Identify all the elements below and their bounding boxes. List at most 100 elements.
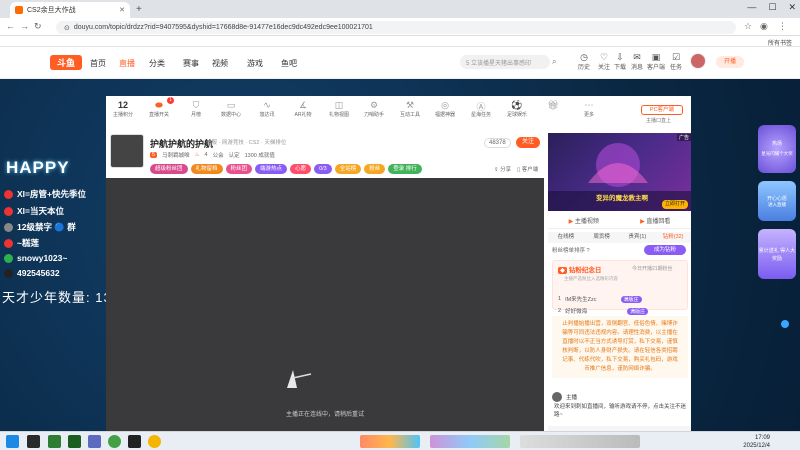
room-tag[interactable]: 0/3 [314,164,332,174]
widget-wish[interactable]: 开心心愿 进入直播 [758,181,796,221]
system-clock[interactable]: 17:09 2025/12/4 [743,434,770,450]
more-button[interactable]: ⋯ 更多 [578,100,600,118]
gift-view-button[interactable]: ◫ 礼物视图 [328,100,350,118]
room-category[interactable]: 马刺羁城唯 [162,151,190,159]
widget-hot[interactable]: 热场 星光闪耀个大奖 [758,125,796,173]
overlay-talent-count: 天才少年数量: 13 [2,290,112,305]
nav-fishbar[interactable]: 鱼吧 [281,58,297,69]
start-icon[interactable] [6,435,19,448]
app-icon[interactable] [108,435,121,448]
assistant-button[interactable]: ⚙ 刀哨助手 [363,100,385,118]
fans-rank-label: 粉丝榜单排序 ? [552,248,590,254]
anchor-avatar[interactable] [552,392,562,402]
nav-category[interactable]: 分类 [149,58,165,69]
tab-online-rank[interactable]: 在线榜 [548,232,584,243]
room-tag[interactable]: 端游热点 [255,164,288,174]
tab-weekly-rank[interactable]: 周贡榜 [584,232,620,243]
gift-button[interactable]: 🎁︎ [542,100,564,111]
side-tabs: ▶ 主播视频 ▶ 直播回看 [548,216,691,229]
ar-gift-button[interactable]: ∡ AR礼物 [292,100,314,118]
new-tab-icon[interactable]: + [136,4,142,15]
search-icon[interactable]: ⌕ [552,57,556,67]
close-window-icon[interactable]: ✕ [788,2,796,13]
room-tag[interactable]: 粉丝 [364,164,386,174]
room-tag[interactable]: 登录 排行 [388,164,422,174]
gear-icon: ⚙ [369,100,379,110]
fan-row[interactable]: 1 IM来先生Zzc 满版庄 [558,295,642,303]
chrome-icon[interactable] [148,435,161,448]
tray-apps-icon[interactable] [360,435,420,448]
douyu-logo[interactable]: 斗鱼 [50,55,82,70]
ai-icon: Ⓐ [476,102,486,112]
search-input[interactable]: 5 立该播星天猪出事感印 [460,55,550,69]
tray-apps-icon[interactable] [520,435,640,448]
room-info-row: 5 马刺羁城唯 ♨ 4 公会 认定 1300 成就值 [150,151,275,159]
fan-row[interactable]: 2 好好微海 满版庄 [558,307,649,315]
data-center-button[interactable]: ▭ 数据中心 [220,100,242,118]
magic-tool-button[interactable]: ◎ 福据神器 [434,100,456,118]
interactive-tools-button[interactable]: ⚒ 互动工具 [399,100,421,118]
app-icon[interactable] [88,435,101,448]
tasks-toolbar-button[interactable]: Ⓐ 星海任务 [470,100,492,118]
download-button[interactable]: ⇩ 下载 [611,52,629,71]
nav-live[interactable]: 直播 [119,58,135,69]
nav-video[interactable]: 视频 [212,58,228,69]
tab-vip[interactable]: 贵宾(1) [620,232,656,243]
client-link[interactable]: ▯ 客户端 [517,165,538,173]
follow-button[interactable]: 关注 [516,137,540,148]
maximize-icon[interactable]: ☐ [768,2,776,13]
weibo-icon [4,238,13,248]
bullet-icon [4,189,13,199]
reload-icon[interactable]: ↻ [34,21,42,32]
nav-games[interactable]: 游戏 [247,58,263,69]
entertainment-button[interactable]: ⚽ 足球娱乐 [506,100,528,118]
history-button[interactable]: ◷ 历史 [575,52,593,71]
room-title: 护航护航的护航 [150,139,214,149]
room-tag[interactable]: 超级粉丝团 [150,164,188,174]
messages-button[interactable]: ✉ 消息 [628,52,646,71]
profile-icon[interactable]: ◉ [760,21,768,32]
audio-button[interactable]: ∿ 悠达讯 [256,100,278,118]
tab-diamond-fans[interactable]: 钻粉(32) [655,232,691,243]
streamer-avatar[interactable] [110,134,144,168]
forward-icon[interactable]: → [20,21,29,31]
nav-home[interactable]: 首页 [90,58,106,69]
menu-icon[interactable]: ⋮ [778,21,787,32]
tab-anchor-video[interactable]: ▶ 主播视频 [548,216,620,228]
user-avatar[interactable] [690,53,706,69]
widget-gift-reward[interactable]: 累计送礼 得人大奖励 [758,229,796,279]
tab-replay[interactable]: ▶ 直播回看 [620,216,692,228]
minimize-icon[interactable]: — [747,2,756,13]
app-icon[interactable] [128,435,141,448]
back-icon[interactable]: ← [6,21,15,31]
tasks-button[interactable]: ☑ 任务 [667,52,685,71]
overlay-line: XI=房管+快先季位 [4,188,86,200]
room-tag[interactable]: 全站榜 [334,164,362,174]
video-player[interactable]: 主播正在连线中，请稍后重试 [106,178,544,431]
app-icon[interactable] [48,435,61,448]
ad-open-button[interactable]: 立即打开 [662,200,688,209]
become-diamond-fan-button[interactable]: 成为钻粉 [644,245,686,255]
room-tag[interactable]: 心愿 [290,164,312,174]
tray-apps-icon[interactable] [430,435,510,448]
all-bookmarks[interactable]: 所有书签 [768,38,792,47]
room-tag[interactable]: 粉丝团 [225,164,253,174]
anchor-points-button[interactable]: 12 主播积分 [112,100,134,118]
app-icon[interactable] [68,435,81,448]
bookmark-star-icon[interactable]: ☆ [744,21,752,32]
pc-client-button[interactable]: PC客户端 [641,105,683,115]
browser-tab[interactable]: CS2余旦大作战 ✕ [10,2,130,18]
room-tag[interactable]: 礼物留档 [190,164,223,174]
url-field[interactable]: ⊙ douyu.com/topic/drdzz?rid=9407595&dysh… [56,21,736,34]
app-icon[interactable] [27,435,40,448]
more-icon: ⋯ [584,100,594,110]
client-button[interactable]: ▣ 客户端 [647,52,665,71]
site-info-icon[interactable]: ⊙ [64,24,70,32]
nav-events[interactable]: 赛事 [183,58,199,69]
taskbar: 17:09 2025/12/4 [0,431,800,450]
monthly-rank-button[interactable]: ⛉ 月榜 [185,100,207,118]
close-tab-icon[interactable]: ✕ [119,6,125,14]
share-button[interactable]: ⇪ 分享 [494,165,511,173]
stream-toggle-button[interactable]: ⬬ 直播开关 [148,100,170,118]
start-stream-button[interactable]: 开播 [716,56,744,68]
